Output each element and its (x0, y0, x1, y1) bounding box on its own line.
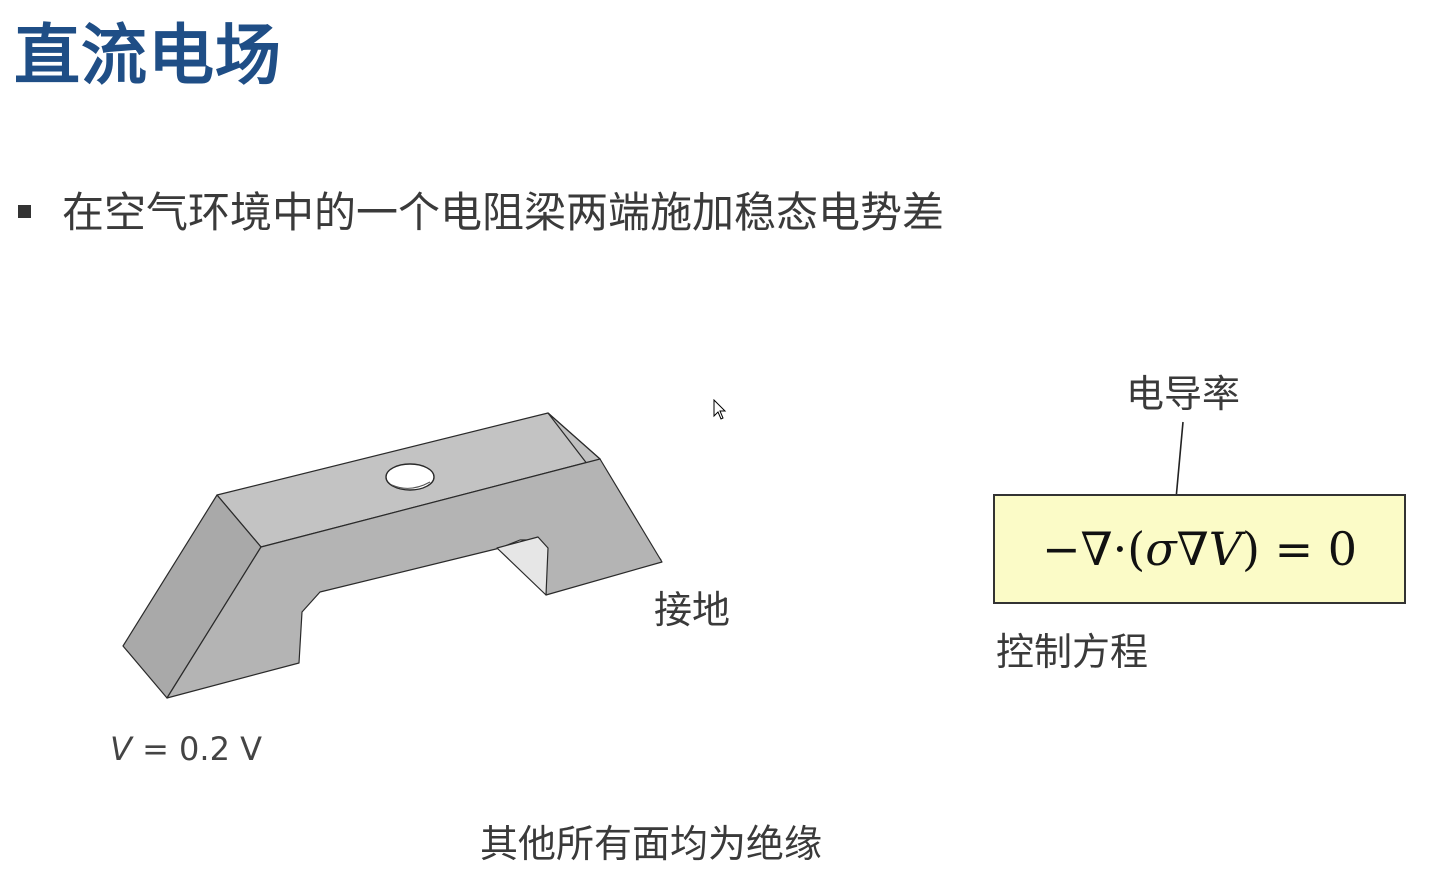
governing-equation: −∇·(σ∇V) = 0 (1042, 522, 1357, 576)
resistive-beam (122, 412, 663, 699)
voltage-value: = 0.2 V (131, 730, 262, 768)
equation-caption: 控制方程 (996, 630, 1149, 674)
beam-arch-inner (496, 536, 549, 596)
equation-variable: V (1208, 522, 1242, 576)
equation-rhs: ) = 0 (1242, 522, 1357, 576)
ground-label: 接地 (654, 588, 731, 632)
governing-equation-box: −∇·(σ∇V) = 0 (993, 494, 1406, 604)
voltage-variable: V (110, 730, 132, 768)
equation-sigma: σ (1145, 522, 1177, 576)
equation-prefix: −∇·( (1042, 522, 1146, 576)
mouse-pointer-icon (713, 399, 727, 420)
insulation-note: 其他所有面均为绝缘 (480, 822, 823, 866)
voltage-label: V = 0.2 V (110, 728, 262, 770)
conductivity-label: 电导率 (1126, 372, 1241, 416)
equation-nabla: ∇ (1176, 522, 1209, 576)
beam-hole (385, 463, 435, 491)
